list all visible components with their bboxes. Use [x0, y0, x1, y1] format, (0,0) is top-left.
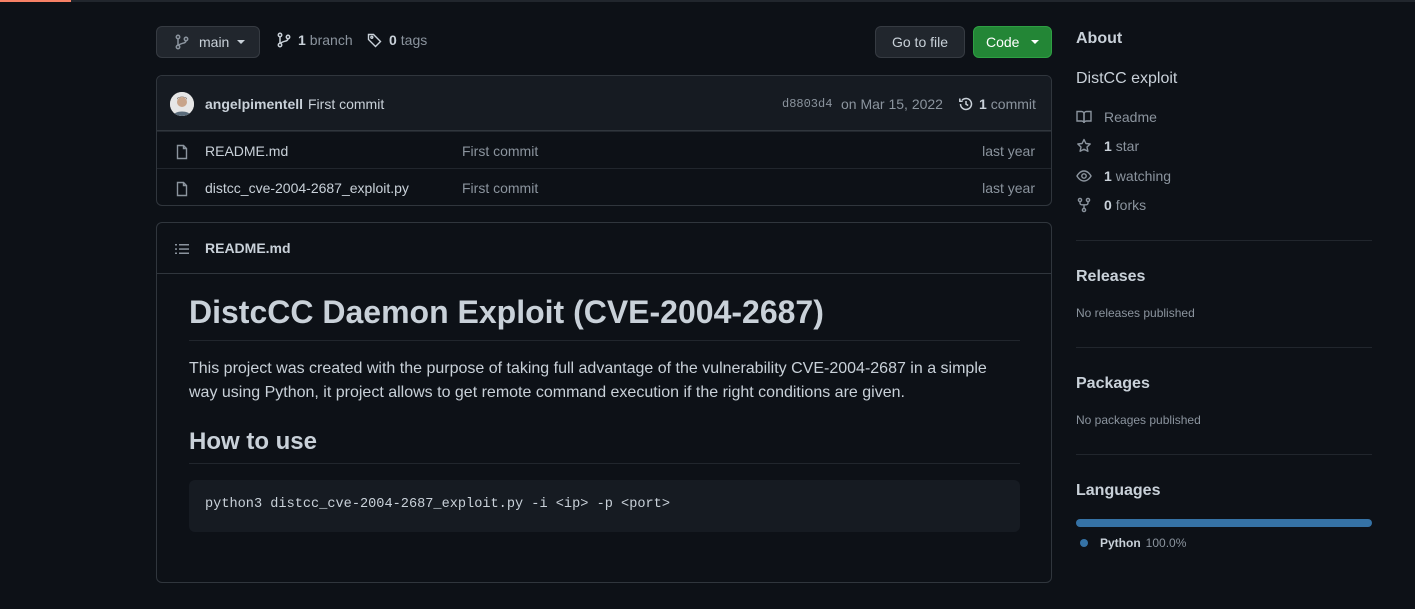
caret-down-icon — [1031, 40, 1040, 44]
sidebar-divider — [1076, 454, 1372, 455]
page-load-progress — [0, 0, 71, 2]
tags-link[interactable]: 0 tags — [367, 32, 427, 48]
readme-panel: README.md DistcCC Daemon Exploit (CVE-20… — [156, 222, 1052, 583]
readme-header: README.md — [157, 223, 1051, 274]
file-icon — [176, 144, 188, 160]
about-description: DistCC exploit — [1076, 70, 1178, 87]
git-branch-icon — [277, 32, 291, 48]
git-branch-icon — [175, 34, 189, 50]
forks-link[interactable]: 0 forks — [1076, 197, 1146, 213]
language-percent: 100.0% — [1145, 536, 1187, 550]
file-icon — [176, 181, 188, 197]
readme-link-label: Readme — [1104, 109, 1157, 125]
user-avatar-icon — [170, 92, 194, 116]
tag-icon — [367, 33, 382, 48]
list-unordered-icon[interactable] — [174, 241, 190, 257]
language-bar — [1076, 519, 1372, 527]
code-block: python3 distcc_cve-2004-2687_exploit.py … — [189, 480, 1020, 532]
go-to-file-label: Go to file — [891, 34, 949, 50]
tag-label: tags — [400, 32, 428, 48]
branch-select-button[interactable]: main — [156, 26, 260, 58]
forks-label: forks — [1115, 197, 1147, 213]
language-name: Python — [1100, 536, 1141, 550]
commit-count-label: commit — [990, 96, 1036, 112]
file-row[interactable]: README.md First commit last year — [157, 131, 1051, 168]
repo-forked-icon — [1077, 197, 1091, 213]
stars-link[interactable]: 1 star — [1076, 138, 1139, 154]
code-label: Code — [986, 34, 1020, 50]
header-border — [0, 0, 1415, 2]
branch-count: 1 — [298, 32, 306, 48]
tag-count: 0 — [389, 32, 397, 48]
branch-name: main — [199, 34, 230, 50]
book-icon — [1076, 110, 1092, 124]
caret-down-icon — [237, 40, 246, 44]
watching-count: 1 — [1104, 168, 1112, 184]
readme-link[interactable]: Readme — [1076, 109, 1157, 125]
code-button[interactable]: Code — [973, 26, 1052, 58]
packages-heading[interactable]: Packages — [1076, 375, 1150, 393]
commit-date: on Mar 15, 2022 — [841, 96, 943, 112]
language-item[interactable]: Python 100.0% — [1080, 536, 1186, 550]
language-color-dot — [1080, 539, 1088, 547]
sidebar-divider — [1076, 347, 1372, 348]
about-heading: About — [1076, 30, 1123, 47]
readme-subheading: How to use — [189, 427, 1020, 464]
packages-empty-text: No packages published — [1076, 413, 1201, 427]
watching-link[interactable]: 1 watching — [1076, 168, 1171, 184]
languages-heading: Languages — [1076, 482, 1161, 499]
branch-label: branch — [309, 32, 353, 48]
file-commit-message[interactable]: First commit — [462, 180, 538, 196]
commit-count: 1 — [979, 96, 987, 112]
star-icon — [1077, 138, 1091, 152]
releases-empty-text: No releases published — [1076, 306, 1195, 320]
file-age: last year — [982, 143, 1035, 159]
stars-label: star — [1115, 138, 1140, 154]
sidebar-divider — [1076, 240, 1372, 241]
latest-commit-bar: angelpimentell First commit d8803d4 on M… — [157, 76, 1051, 131]
file-name[interactable]: distcc_cve-2004-2687_exploit.py — [205, 180, 409, 196]
watching-label: watching — [1115, 168, 1172, 184]
go-to-file-button[interactable]: Go to file — [875, 26, 965, 58]
commit-history-link[interactable]: 1 commit — [958, 96, 1036, 112]
avatar[interactable] — [170, 92, 194, 116]
readme-content: DistcCC Daemon Exploit (CVE-2004-2687) T… — [189, 274, 1020, 532]
branches-link[interactable]: 1 branch — [276, 32, 353, 48]
file-row[interactable]: distcc_cve-2004-2687_exploit.py First co… — [157, 168, 1051, 205]
readme-heading: DistcCC Daemon Exploit (CVE-2004-2687) — [189, 293, 1020, 341]
forks-count: 0 — [1104, 197, 1112, 213]
file-age: last year — [982, 180, 1035, 196]
file-browser: angelpimentell First commit d8803d4 on M… — [156, 75, 1052, 206]
commit-author[interactable]: angelpimentell — [205, 96, 303, 112]
readme-filename[interactable]: README.md — [205, 240, 291, 256]
file-name[interactable]: README.md — [205, 143, 288, 159]
commit-sha[interactable]: d8803d4 — [782, 97, 832, 111]
commit-message[interactable]: First commit — [308, 96, 384, 112]
releases-heading[interactable]: Releases — [1076, 268, 1145, 286]
eye-icon — [1076, 170, 1092, 182]
stars-count: 1 — [1104, 138, 1112, 154]
readme-paragraph: This project was created with the purpos… — [189, 360, 987, 401]
file-commit-message[interactable]: First commit — [462, 143, 538, 159]
history-icon — [959, 97, 973, 111]
